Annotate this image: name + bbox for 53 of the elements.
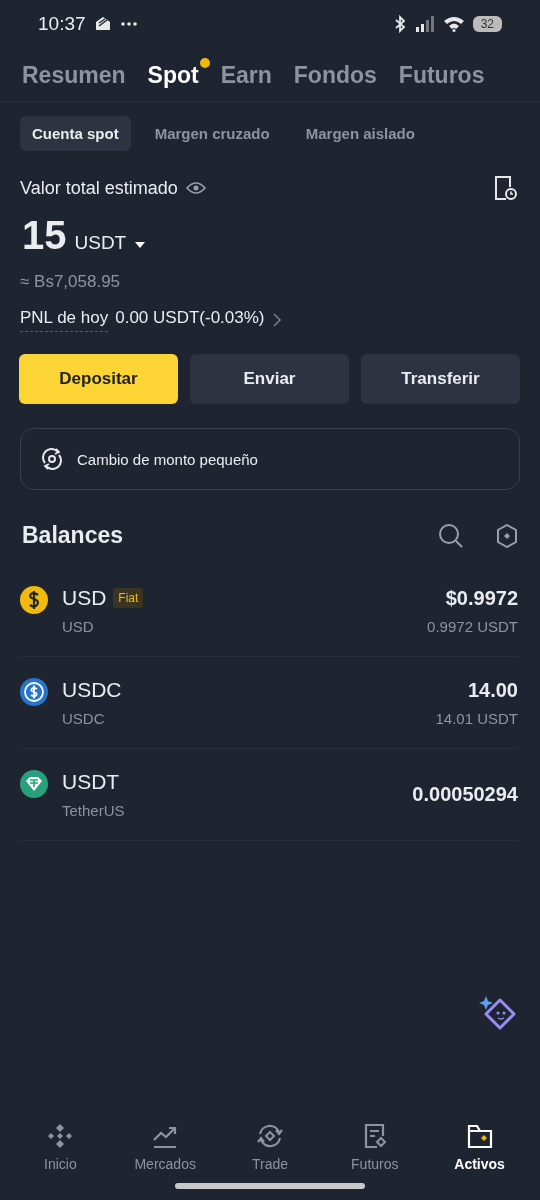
pnl-label: PNL de hoy (20, 308, 109, 332)
search-icon[interactable] (438, 522, 464, 549)
nav-tab[interactable]: Futuros (329, 1122, 420, 1172)
account-tab[interactable]: Margen cruzado (142, 116, 282, 151)
more-icon (119, 21, 138, 27)
tab[interactable]: Fondos (293, 62, 377, 89)
diamond-logo-icon (46, 1122, 75, 1150)
asset-value: $0.9972 (445, 586, 518, 610)
status-time: 10:37 (38, 13, 86, 35)
app-notification-icon (93, 16, 112, 32)
hexagon-icon[interactable] (496, 523, 518, 548)
fiat-tag: Fiat (113, 588, 144, 608)
tab[interactable]: Resumen (22, 62, 126, 89)
fiat-equivalent: ≈ Bs7,058.95 (19, 271, 122, 292)
total-amount: 15 (22, 213, 67, 258)
asset-name: USD (62, 618, 95, 635)
currency-selector[interactable]: USDT (74, 232, 127, 254)
account-tab[interactable]: Cuenta spot (20, 116, 131, 151)
action-button[interactable]: Enviar (190, 354, 349, 404)
asset-value: 14.00 (467, 678, 518, 702)
asset-symbol: USDC (62, 678, 122, 702)
eye-icon[interactable] (185, 181, 206, 195)
asset-symbol: USD (62, 586, 107, 610)
nav-tab[interactable]: Activos (434, 1122, 525, 1172)
nav-tab[interactable]: Trade (225, 1122, 315, 1172)
asset-usdt-value: 0.9972 USDT (427, 617, 518, 635)
small-amount-exchange-card[interactable]: Cambio de monto pequeño (20, 428, 520, 490)
balances-title: Balances (22, 522, 123, 549)
wifi-icon (442, 16, 465, 32)
tab[interactable]: Spot (147, 62, 199, 89)
battery-indicator: 32 (472, 16, 502, 32)
account-tab[interactable]: Margen aislado (293, 116, 427, 151)
action-button[interactable]: Depositar (19, 354, 178, 404)
asset-usdt-value: 14.01 USDT (435, 709, 518, 727)
nav-tab[interactable]: Mercados (120, 1122, 211, 1172)
asset-name: USDC (62, 710, 106, 727)
pnl-value: 0.00 USDT(-0.03%) (115, 308, 265, 329)
wallet-icon (465, 1122, 494, 1150)
asset-name: TetherUS (62, 802, 125, 819)
tab[interactable]: Futuros (398, 62, 485, 89)
total-value-label: Valor total estimado (20, 177, 178, 199)
history-icon[interactable] (494, 175, 518, 201)
convert-icon (41, 448, 65, 470)
exchange-icon (256, 1122, 284, 1150)
assistant-icon[interactable] (478, 994, 518, 1032)
chevron-right-icon[interactable] (271, 312, 282, 328)
asset-value: 0.00050294 (412, 783, 518, 806)
nav-tab[interactable]: Inicio (15, 1122, 106, 1172)
action-button[interactable]: Transferir (361, 354, 520, 404)
signal-icon (414, 16, 435, 32)
caret-icon[interactable] (134, 241, 147, 249)
tab[interactable]: Earn (220, 62, 272, 89)
asset-symbol: USDT (62, 770, 120, 794)
